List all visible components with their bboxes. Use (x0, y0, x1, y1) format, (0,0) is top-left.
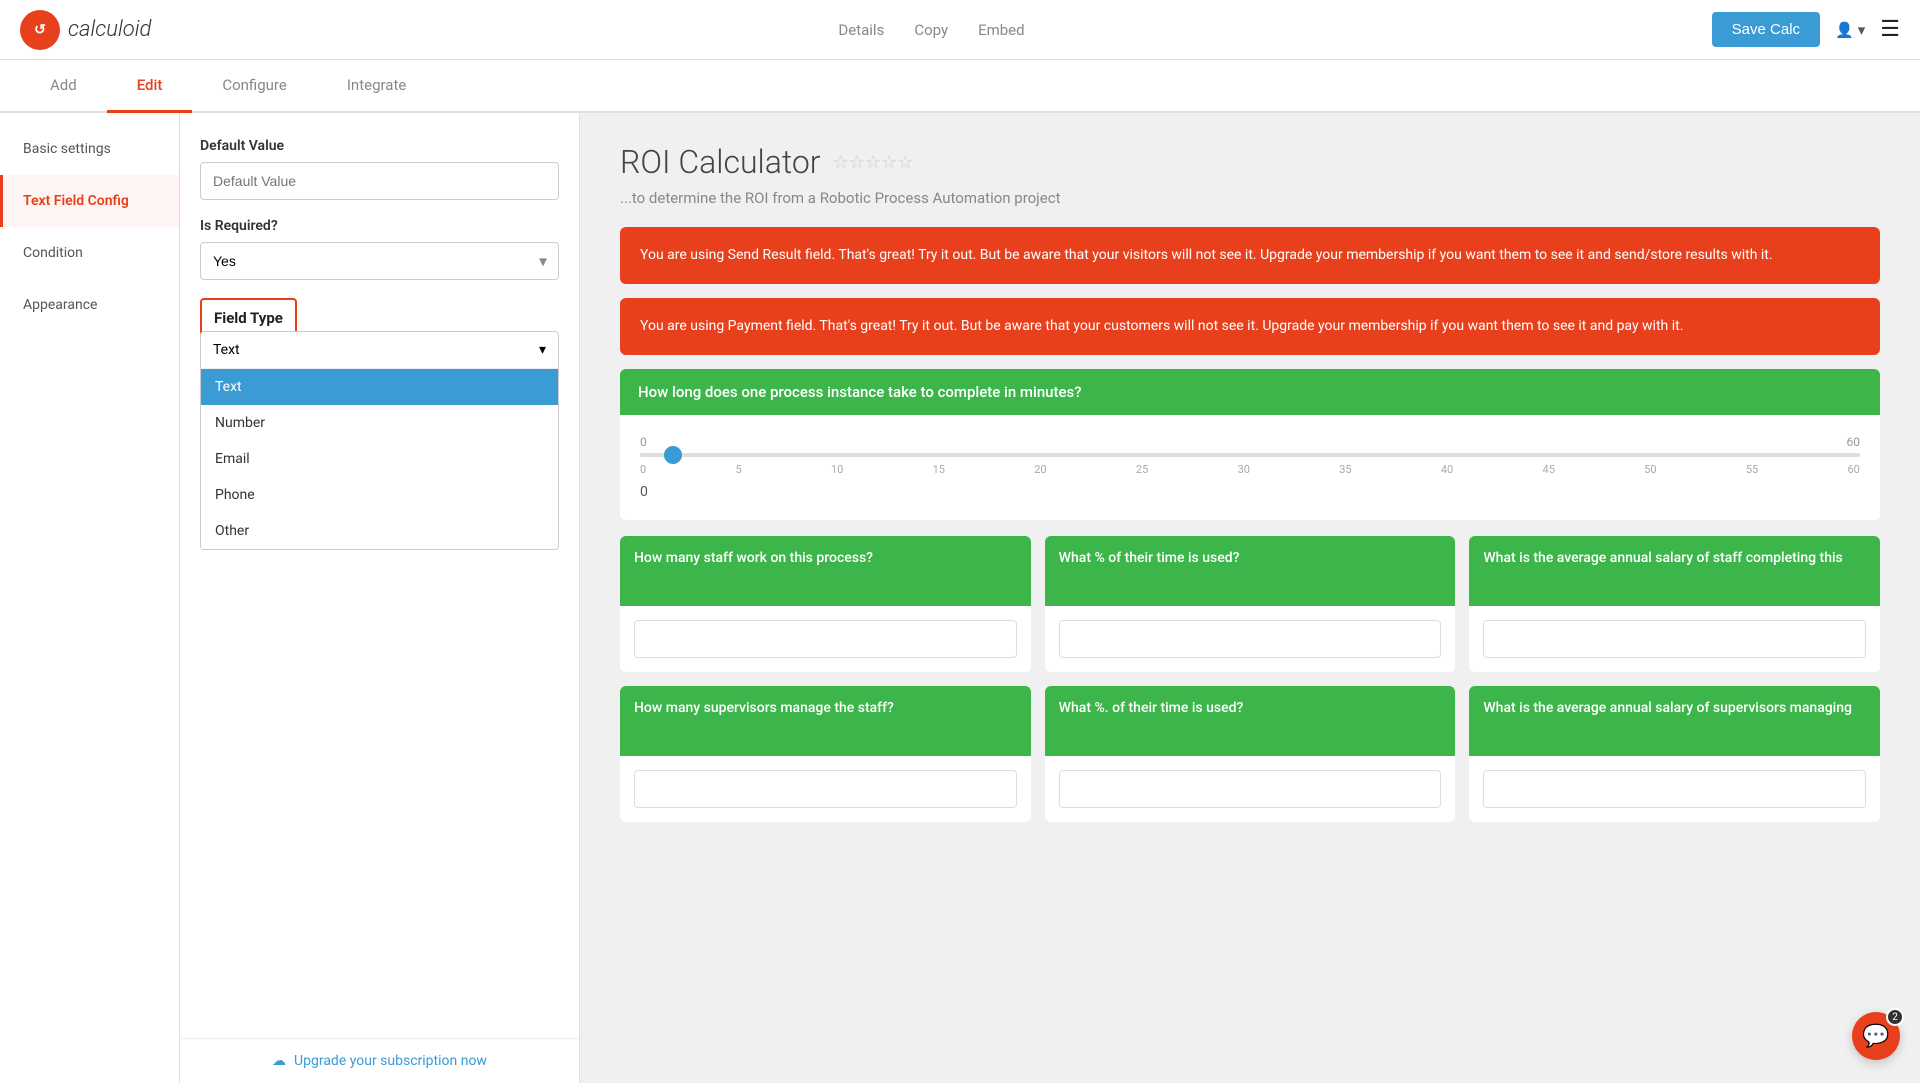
is-required-select[interactable]: Yes No (200, 242, 559, 280)
alert-payment: You are using Payment field. That's grea… (620, 298, 1880, 355)
upgrade-banner[interactable]: ☁ Upgrade your subscription now (180, 1038, 579, 1083)
card-supervisor-time-body (1045, 756, 1456, 822)
calc-subtitle: ...to determine the ROI from a Robotic P… (620, 189, 1880, 207)
tab-edit[interactable]: Edit (107, 60, 193, 113)
field-type-label: Field Type (214, 309, 283, 327)
card-avg-salary-header: What is the average annual salary of sta… (1469, 536, 1880, 606)
slider-max-label: 60 (1847, 435, 1861, 449)
header-right: Save Calc 👤 ▾ ☰ (1712, 12, 1900, 47)
card-staff-count-body (620, 606, 1031, 672)
preview-panel: ROI Calculator ☆☆☆☆☆ ...to determine the… (580, 113, 1920, 1083)
slider-track[interactable] (640, 453, 1860, 457)
nav-copy[interactable]: Copy (914, 21, 948, 39)
card-time-percent-body (1045, 606, 1456, 672)
config-panel: Default Value Is Required? Yes No ▾ Fiel… (180, 113, 580, 1083)
cards-row-1: How many staff work on this process? Wha… (620, 536, 1880, 672)
card-supervisor-time-header: What %. of their time is used? (1045, 686, 1456, 756)
chat-bubble[interactable]: 💬 2 (1852, 1012, 1900, 1060)
dropdown-option-email[interactable]: Email (201, 441, 558, 477)
dropdown-option-phone[interactable]: Phone (201, 477, 558, 513)
card-supervisor-time: What %. of their time is used? (1045, 686, 1456, 822)
calc-stars: ☆☆☆☆☆ (833, 152, 914, 173)
default-value-label: Default Value (200, 138, 559, 154)
card-supervisors-body (620, 756, 1031, 822)
header-nav: Details Copy Embed (838, 21, 1024, 39)
slider-labels: 0 60 (640, 435, 1860, 449)
calc-title-text: ROI Calculator (620, 143, 821, 181)
slider-container: 0 60 0 5 10 15 20 25 30 35 40 45 50 55 6… (620, 415, 1880, 520)
logo-icon: ↺ (20, 10, 60, 50)
dropdown-list: Text Number Email Phone Other (201, 369, 558, 549)
card-staff-count-header: How many staff work on this process? (620, 536, 1031, 606)
field-type-dropdown[interactable]: Text ▾ Text Number Email Phone Other (200, 331, 559, 550)
card-supervisor-time-input[interactable] (1059, 770, 1442, 808)
card-avg-salary-body (1469, 606, 1880, 672)
user-dropdown-arrow: ▾ (1858, 21, 1866, 39)
dropdown-option-number[interactable]: Number (201, 405, 558, 441)
card-supervisors-header: How many supervisors manage the staff? (620, 686, 1031, 756)
card-supervisor-salary-header: What is the average annual salary of sup… (1469, 686, 1880, 756)
user-menu[interactable]: 👤 ▾ (1835, 21, 1865, 39)
card-avg-salary-input[interactable] (1483, 620, 1866, 658)
is-required-label: Is Required? (200, 218, 559, 234)
sidebar-item-basic-settings[interactable]: Basic settings (0, 123, 179, 175)
tab-configure[interactable]: Configure (192, 60, 317, 113)
card-avg-salary: What is the average annual salary of sta… (1469, 536, 1880, 672)
card-time-percent-header: What % of their time is used? (1045, 536, 1456, 606)
sidebar-item-appearance[interactable]: Appearance (0, 279, 179, 331)
main-content: Basic settings Text Field Config Conditi… (0, 113, 1920, 1083)
card-supervisor-salary: What is the average annual salary of sup… (1469, 686, 1880, 822)
card-supervisor-salary-input[interactable] (1483, 770, 1866, 808)
dropdown-selected-value[interactable]: Text ▾ (201, 332, 558, 369)
card-supervisors: How many supervisors manage the staff? (620, 686, 1031, 822)
slider-question: How long does one process instance take … (620, 369, 1880, 415)
upgrade-text: Upgrade your subscription now (294, 1053, 487, 1069)
tab-bar: Add Edit Configure Integrate (0, 60, 1920, 113)
dropdown-option-other[interactable]: Other (201, 513, 558, 549)
dropdown-arrow-icon: ▾ (539, 342, 546, 358)
is-required-select-wrapper: Yes No ▾ (200, 242, 559, 280)
tab-integrate[interactable]: Integrate (317, 60, 436, 113)
logo-area: ↺ calculoid (20, 10, 151, 50)
dropdown-current-value: Text (213, 342, 240, 358)
upgrade-icon: ☁ (272, 1053, 286, 1069)
nav-details[interactable]: Details (838, 21, 884, 39)
default-value-input[interactable] (200, 162, 559, 200)
nav-embed[interactable]: Embed (978, 21, 1025, 39)
chat-icon: 💬 (1862, 1024, 1889, 1049)
card-time-percent-input[interactable] (1059, 620, 1442, 658)
card-staff-count-input[interactable] (634, 620, 1017, 658)
user-avatar-icon: 👤 (1835, 21, 1854, 39)
dropdown-option-text[interactable]: Text (201, 369, 558, 405)
slider-current-value: 0 (640, 484, 1860, 500)
save-calc-button[interactable]: Save Calc (1712, 12, 1820, 47)
sidebar-item-text-field-config[interactable]: Text Field Config (0, 175, 179, 227)
sidebar-item-condition[interactable]: Condition (0, 227, 179, 279)
card-supervisor-salary-body (1469, 756, 1880, 822)
sidebar: Basic settings Text Field Config Conditi… (0, 113, 180, 1083)
header: ↺ calculoid Details Copy Embed Save Calc… (0, 0, 1920, 60)
calc-title-area: ROI Calculator ☆☆☆☆☆ (620, 143, 1880, 181)
cards-row-2: How many supervisors manage the staff? W… (620, 686, 1880, 822)
slider-thumb[interactable] (664, 446, 682, 464)
card-supervisors-input[interactable] (634, 770, 1017, 808)
slider-min-label: 0 (640, 435, 647, 449)
alert-send-result: You are using Send Result field. That's … (620, 227, 1880, 284)
logo-text: calculoid (68, 17, 151, 42)
card-staff-count: How many staff work on this process? (620, 536, 1031, 672)
tab-add[interactable]: Add (20, 60, 107, 113)
card-time-percent: What % of their time is used? (1045, 536, 1456, 672)
hamburger-menu[interactable]: ☰ (1880, 17, 1900, 42)
chat-badge: 2 (1886, 1008, 1904, 1026)
slider-ticks: 0 5 10 15 20 25 30 35 40 45 50 55 60 (640, 463, 1860, 476)
